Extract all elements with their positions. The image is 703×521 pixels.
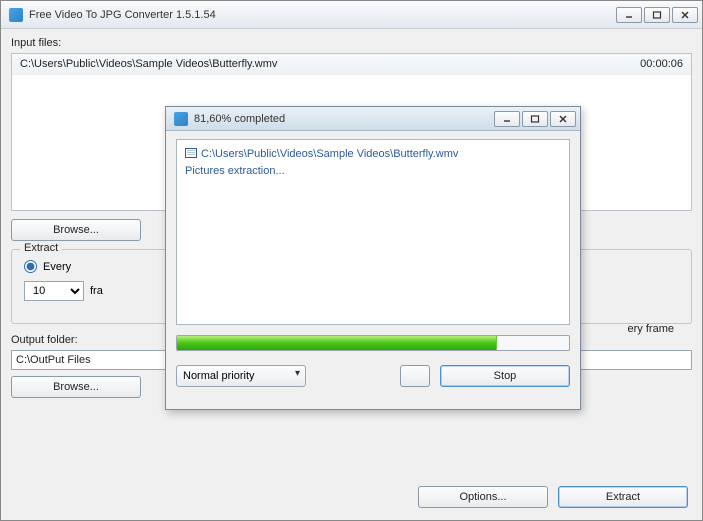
app-icon [9, 8, 23, 22]
dialog-app-icon [174, 112, 188, 126]
dialog-close-button[interactable] [550, 111, 576, 127]
options-button[interactable]: Options... [418, 486, 548, 508]
progress-dialog: 81,60% completed C:\Users\Public\Videos\… [165, 106, 581, 410]
progress-bar [176, 335, 570, 351]
dialog-minimize-button[interactable] [494, 111, 520, 127]
progress-fill [177, 336, 497, 350]
app-title: Free Video To JPG Converter 1.5.1.54 [29, 9, 616, 21]
every-radio[interactable] [24, 260, 37, 273]
dialog-window-controls [494, 111, 576, 127]
every-value-combo[interactable]: 10 [24, 281, 84, 301]
file-path: C:\Users\Public\Videos\Sample Videos\But… [20, 58, 640, 70]
dialog-maximize-button[interactable] [522, 111, 548, 127]
every-frame-label-fragment: ery frame [628, 323, 674, 335]
input-file-row[interactable]: C:\Users\Public\Videos\Sample Videos\But… [12, 54, 691, 75]
browse-input-button[interactable]: Browse... [11, 219, 141, 241]
extract-legend: Extract [20, 242, 62, 254]
main-window: Free Video To JPG Converter 1.5.1.54 Inp… [0, 0, 703, 521]
window-controls [616, 7, 698, 23]
bottom-actions: Options... Extract [418, 486, 688, 508]
dialog-body: C:\Users\Public\Videos\Sample Videos\But… [166, 131, 580, 395]
input-files-label: Input files: [11, 37, 692, 49]
file-duration: 00:00:06 [640, 58, 683, 70]
extract-button[interactable]: Extract [558, 486, 688, 508]
dialog-title: 81,60% completed [194, 113, 494, 125]
dialog-titlebar: 81,60% completed [166, 107, 580, 131]
priority-select[interactable]: Normal priority [176, 365, 306, 387]
log-status-line: Pictures extraction... [185, 163, 561, 180]
progress-log: C:\Users\Public\Videos\Sample Videos\But… [176, 139, 570, 325]
log-file-line: C:\Users\Public\Videos\Sample Videos\But… [185, 146, 561, 163]
maximize-button[interactable] [644, 7, 670, 23]
dialog-actions: Normal priority Stop [176, 365, 570, 387]
video-file-icon [185, 148, 197, 158]
open-folder-button[interactable] [400, 365, 430, 387]
frames-suffix: fra [90, 285, 103, 297]
close-button[interactable] [672, 7, 698, 23]
every-label: Every [43, 261, 71, 273]
main-titlebar: Free Video To JPG Converter 1.5.1.54 [1, 1, 702, 29]
browse-output-button[interactable]: Browse... [11, 376, 141, 398]
minimize-button[interactable] [616, 7, 642, 23]
priority-select-wrap: Normal priority [176, 365, 306, 387]
stop-button[interactable]: Stop [440, 365, 570, 387]
log-file-path: C:\Users\Public\Videos\Sample Videos\But… [201, 148, 458, 160]
